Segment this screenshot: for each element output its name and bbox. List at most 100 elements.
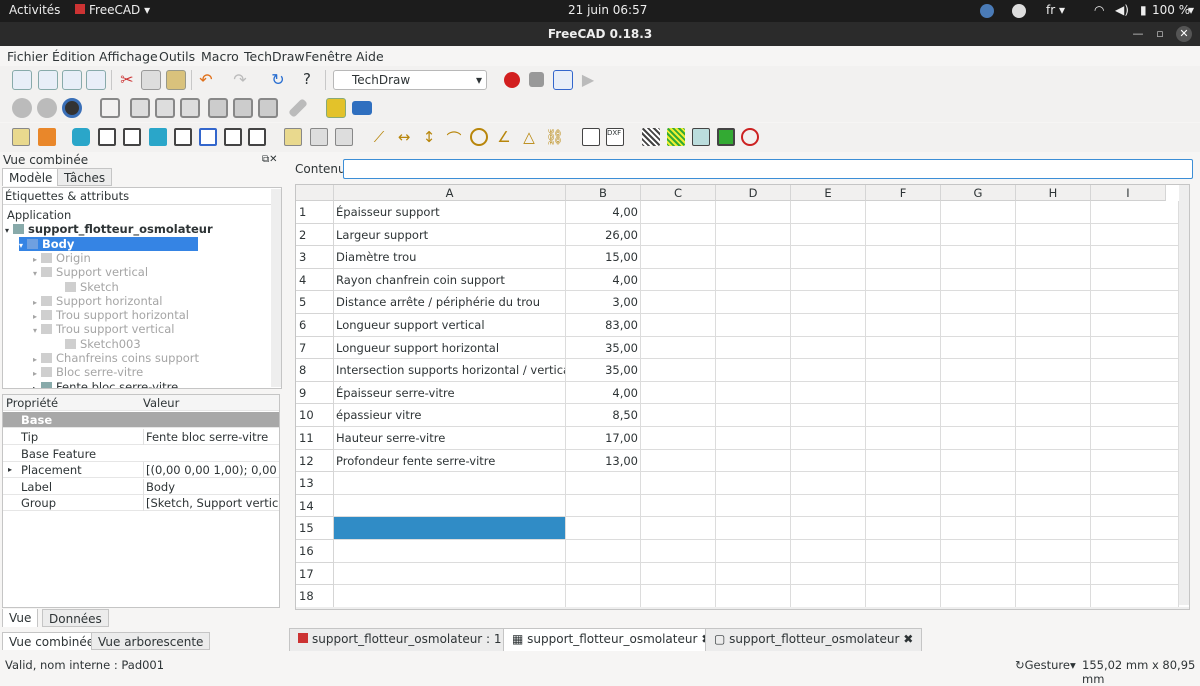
cell-empty[interactable] bbox=[1091, 291, 1179, 314]
cell-empty[interactable] bbox=[1091, 517, 1179, 540]
cell-empty[interactable] bbox=[791, 404, 866, 427]
cell-empty[interactable] bbox=[1091, 427, 1179, 450]
right-view-icon[interactable] bbox=[180, 98, 200, 118]
cell-empty[interactable] bbox=[641, 381, 716, 405]
cell-empty[interactable] bbox=[866, 517, 941, 540]
property-value[interactable]: [Sketch, Support vertical... bbox=[143, 495, 279, 512]
doc-tab-3d-view[interactable]: support_flotteur_osmolateur : 1 ✖ bbox=[289, 628, 525, 651]
row-header[interactable]: 5 bbox=[296, 291, 334, 314]
cell-b[interactable]: 26,00 bbox=[566, 223, 641, 247]
cell-empty[interactable] bbox=[716, 381, 791, 405]
save-document-icon[interactable] bbox=[62, 70, 82, 90]
tree-item[interactable]: ▾ Trou support vertical bbox=[33, 322, 175, 336]
cell-empty[interactable] bbox=[1016, 494, 1091, 518]
cell-empty[interactable] bbox=[791, 336, 866, 360]
group-folder-icon[interactable] bbox=[352, 101, 372, 115]
column-header-b[interactable]: B bbox=[566, 185, 641, 201]
cell-empty[interactable] bbox=[716, 268, 791, 292]
cell-empty[interactable] bbox=[716, 246, 791, 269]
clip-remove-icon[interactable] bbox=[335, 128, 353, 146]
cell-empty[interactable] bbox=[791, 540, 866, 563]
cell-empty[interactable] bbox=[1016, 359, 1091, 382]
cell-empty[interactable] bbox=[641, 517, 716, 540]
row-header[interactable]: 2 bbox=[296, 223, 334, 247]
cell-empty[interactable] bbox=[941, 359, 1016, 382]
cell-a[interactable] bbox=[334, 562, 566, 586]
cell-empty[interactable] bbox=[866, 359, 941, 382]
cell-empty[interactable] bbox=[1016, 540, 1091, 563]
cell-a[interactable]: Largeur support bbox=[334, 223, 566, 247]
cell-a[interactable]: Intersection supports horizontal / verti… bbox=[334, 359, 566, 382]
close-tab-icon[interactable]: ✖ bbox=[903, 632, 913, 646]
tree-item[interactable]: Application bbox=[3, 208, 71, 222]
cell-empty[interactable] bbox=[641, 314, 716, 337]
menu-edition[interactable]: Édition bbox=[52, 49, 95, 64]
record-macro-icon[interactable] bbox=[504, 72, 520, 88]
cell-empty[interactable] bbox=[716, 314, 791, 337]
cell-empty[interactable] bbox=[866, 540, 941, 563]
chevron-right-icon[interactable]: ▸ bbox=[8, 462, 12, 478]
battery-icon[interactable]: ▮ bbox=[1140, 3, 1147, 17]
cell-empty[interactable] bbox=[866, 336, 941, 360]
cell-empty[interactable] bbox=[641, 336, 716, 360]
cell-empty[interactable] bbox=[641, 201, 716, 224]
section-view-icon[interactable] bbox=[174, 128, 192, 146]
cell-empty[interactable] bbox=[866, 585, 941, 608]
menu-fenetre[interactable]: Fenêtre bbox=[305, 49, 352, 64]
diameter-dimension-icon[interactable] bbox=[470, 128, 488, 146]
menu-outils[interactable]: Outils bbox=[159, 49, 195, 64]
new-template-page-icon[interactable] bbox=[38, 128, 56, 146]
cell-empty[interactable] bbox=[1091, 404, 1179, 427]
cell-empty[interactable] bbox=[941, 585, 1016, 608]
cell-a[interactable]: Hauteur serre-vitre bbox=[334, 427, 566, 450]
cell-empty[interactable] bbox=[716, 201, 791, 224]
cell-b[interactable]: 4,00 bbox=[566, 201, 641, 224]
row-header[interactable]: 15 bbox=[296, 517, 334, 540]
cell-empty[interactable] bbox=[716, 427, 791, 450]
cell-empty[interactable] bbox=[641, 246, 716, 269]
cell-b[interactable] bbox=[566, 472, 641, 495]
row-header[interactable]: 11 bbox=[296, 427, 334, 450]
cell-a[interactable]: Épaisseur support bbox=[334, 201, 566, 224]
active-view-icon[interactable] bbox=[123, 128, 141, 146]
fit-all-icon[interactable] bbox=[12, 98, 32, 118]
cell-b[interactable]: 17,00 bbox=[566, 427, 641, 450]
property-row[interactable]: ▸ Placement [(0,00 0,00 1,00); 0,00 °; (..… bbox=[3, 462, 279, 479]
cell-empty[interactable] bbox=[791, 427, 866, 450]
cell-empty[interactable] bbox=[941, 517, 1016, 540]
whats-this-icon[interactable]: ? bbox=[297, 70, 317, 90]
float-close-icons[interactable]: ⧉✕ bbox=[262, 154, 278, 165]
column-header-a[interactable]: A bbox=[334, 185, 566, 201]
new-document-icon[interactable] bbox=[12, 70, 32, 90]
cell-empty[interactable] bbox=[941, 246, 1016, 269]
menu-affichage[interactable]: Affichage bbox=[99, 49, 158, 64]
property-row[interactable]: Tip Fente bloc serre-vitre bbox=[3, 429, 279, 445]
cell-empty[interactable] bbox=[716, 404, 791, 427]
chevron-down-icon[interactable]: ▾ bbox=[33, 326, 37, 335]
cell-a[interactable]: Diamètre trou bbox=[334, 246, 566, 269]
cell-b[interactable]: 8,50 bbox=[566, 404, 641, 427]
cell-empty[interactable] bbox=[641, 494, 716, 518]
cell-empty[interactable] bbox=[1091, 381, 1179, 405]
clip-add-icon[interactable] bbox=[310, 128, 328, 146]
content-input[interactable] bbox=[343, 159, 1193, 179]
cell-empty[interactable] bbox=[791, 381, 866, 405]
cell-empty[interactable] bbox=[1091, 268, 1179, 292]
stop-macro-icon[interactable] bbox=[529, 72, 544, 87]
row-header[interactable]: 18 bbox=[296, 585, 334, 608]
cell-empty[interactable] bbox=[941, 404, 1016, 427]
column-header-d[interactable]: D bbox=[716, 185, 791, 201]
cell-empty[interactable] bbox=[716, 449, 791, 473]
cell-empty[interactable] bbox=[941, 540, 1016, 563]
cell-empty[interactable] bbox=[941, 449, 1016, 473]
row-header[interactable]: 10 bbox=[296, 404, 334, 427]
tree-item[interactable]: ▾ Body bbox=[19, 236, 198, 251]
cell-empty[interactable] bbox=[791, 494, 866, 518]
cell-a[interactable]: Épaisseur serre-vitre bbox=[334, 381, 566, 405]
cell-empty[interactable] bbox=[1091, 246, 1179, 269]
cell-empty[interactable] bbox=[791, 246, 866, 269]
cell-b[interactable]: 83,00 bbox=[566, 314, 641, 337]
geometric-hatch-icon[interactable] bbox=[667, 128, 685, 146]
column-header-i[interactable]: I bbox=[1091, 185, 1166, 201]
cell-empty[interactable] bbox=[1091, 540, 1179, 563]
